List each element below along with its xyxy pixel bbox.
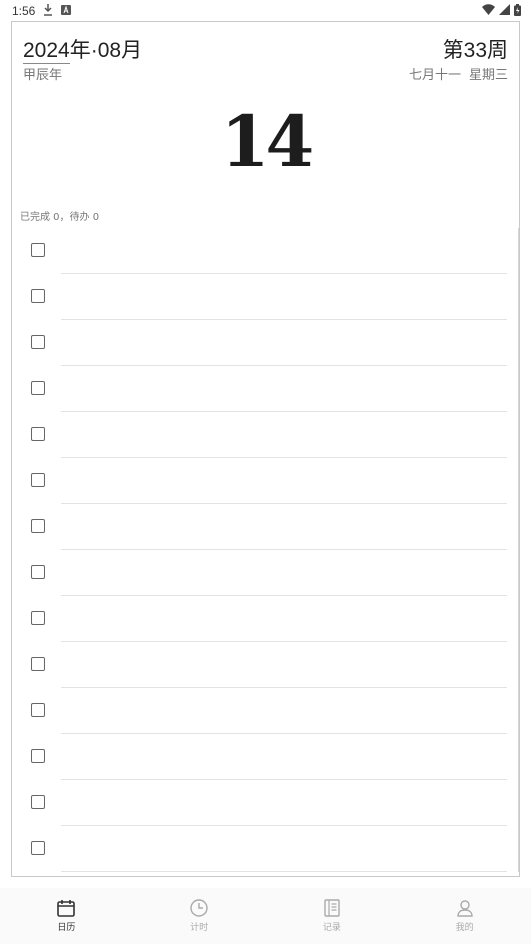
notification-a-icon [61, 4, 72, 18]
task-row[interactable] [12, 688, 518, 734]
task-row[interactable] [12, 458, 518, 504]
task-checkbox[interactable] [31, 749, 45, 763]
year-suffix: 年 [69, 39, 91, 62]
nav-label-records: 记录 [322, 923, 341, 933]
task-row[interactable] [12, 320, 518, 366]
month-title[interactable]: 2024年·08月 [23, 34, 142, 64]
nav-item-timer[interactable]: 计时 [159, 898, 239, 933]
task-checkbox[interactable] [31, 657, 45, 671]
task-row[interactable] [12, 826, 518, 872]
notebook-icon [324, 899, 340, 917]
task-summary: 已完成 0，待办 0 [20, 212, 100, 223]
lunar-date: 七月十一 [408, 68, 461, 83]
person-icon [456, 900, 473, 917]
task-row[interactable] [12, 780, 518, 826]
week-number: 第33周 [442, 39, 508, 62]
status-bar: 1:56 [0, 0, 531, 22]
task-row[interactable] [12, 412, 518, 458]
clock-icon [190, 899, 208, 917]
task-row[interactable] [12, 274, 518, 320]
nav-label-timer: 计时 [190, 923, 209, 933]
day-number: 14 [220, 100, 314, 183]
weekday: 星期三 [468, 68, 508, 83]
task-checkbox[interactable] [31, 381, 45, 395]
title-separator: · [90, 39, 98, 62]
lunar-row: 甲辰年 七月十一 星期三 [23, 64, 508, 83]
nav-label-calendar: 日历 [57, 923, 76, 933]
task-checkbox[interactable] [31, 703, 45, 717]
task-row[interactable] [12, 596, 518, 642]
task-checkbox[interactable] [31, 519, 45, 533]
task-checkbox[interactable] [31, 427, 45, 441]
task-checkbox[interactable] [31, 335, 45, 349]
task-row[interactable] [12, 366, 518, 412]
calendar-icon [57, 900, 76, 917]
task-row[interactable] [12, 504, 518, 550]
year-text: 2024 [23, 39, 70, 64]
header-row: 2024年·08月 第33周 [23, 34, 508, 64]
month-text: 08月 [97, 39, 143, 62]
wifi-icon [482, 4, 495, 18]
nav-label-profile: 我的 [455, 923, 474, 933]
battery-icon [514, 3, 521, 19]
signal-icon [499, 4, 510, 18]
task-checkbox[interactable] [31, 611, 45, 625]
task-list [12, 228, 519, 872]
nav-item-records[interactable]: 记录 [292, 898, 372, 933]
task-checkbox[interactable] [31, 289, 45, 303]
nav-item-profile[interactable]: 我的 [425, 898, 505, 933]
task-row[interactable] [12, 550, 518, 596]
day-card: 2024年·08月 第33周 甲辰年 七月十一 星期三 14 已完成 0，待办 … [11, 21, 520, 877]
task-checkbox[interactable] [31, 841, 45, 855]
ganzhi-year: 甲辰年 [23, 68, 63, 83]
nav-item-calendar[interactable]: 日历 [26, 898, 106, 933]
task-checkbox[interactable] [31, 243, 45, 257]
task-checkbox[interactable] [31, 565, 45, 579]
status-time: 1:56 [12, 4, 36, 18]
task-checkbox[interactable] [31, 795, 45, 809]
task-row[interactable] [12, 734, 518, 780]
task-input-line[interactable] [61, 871, 507, 872]
download-icon [43, 3, 53, 19]
task-row[interactable] [12, 642, 518, 688]
task-row[interactable] [12, 228, 518, 274]
bottom-nav: 日历 计时 记录 我的 [0, 888, 531, 944]
task-checkbox[interactable] [31, 473, 45, 487]
